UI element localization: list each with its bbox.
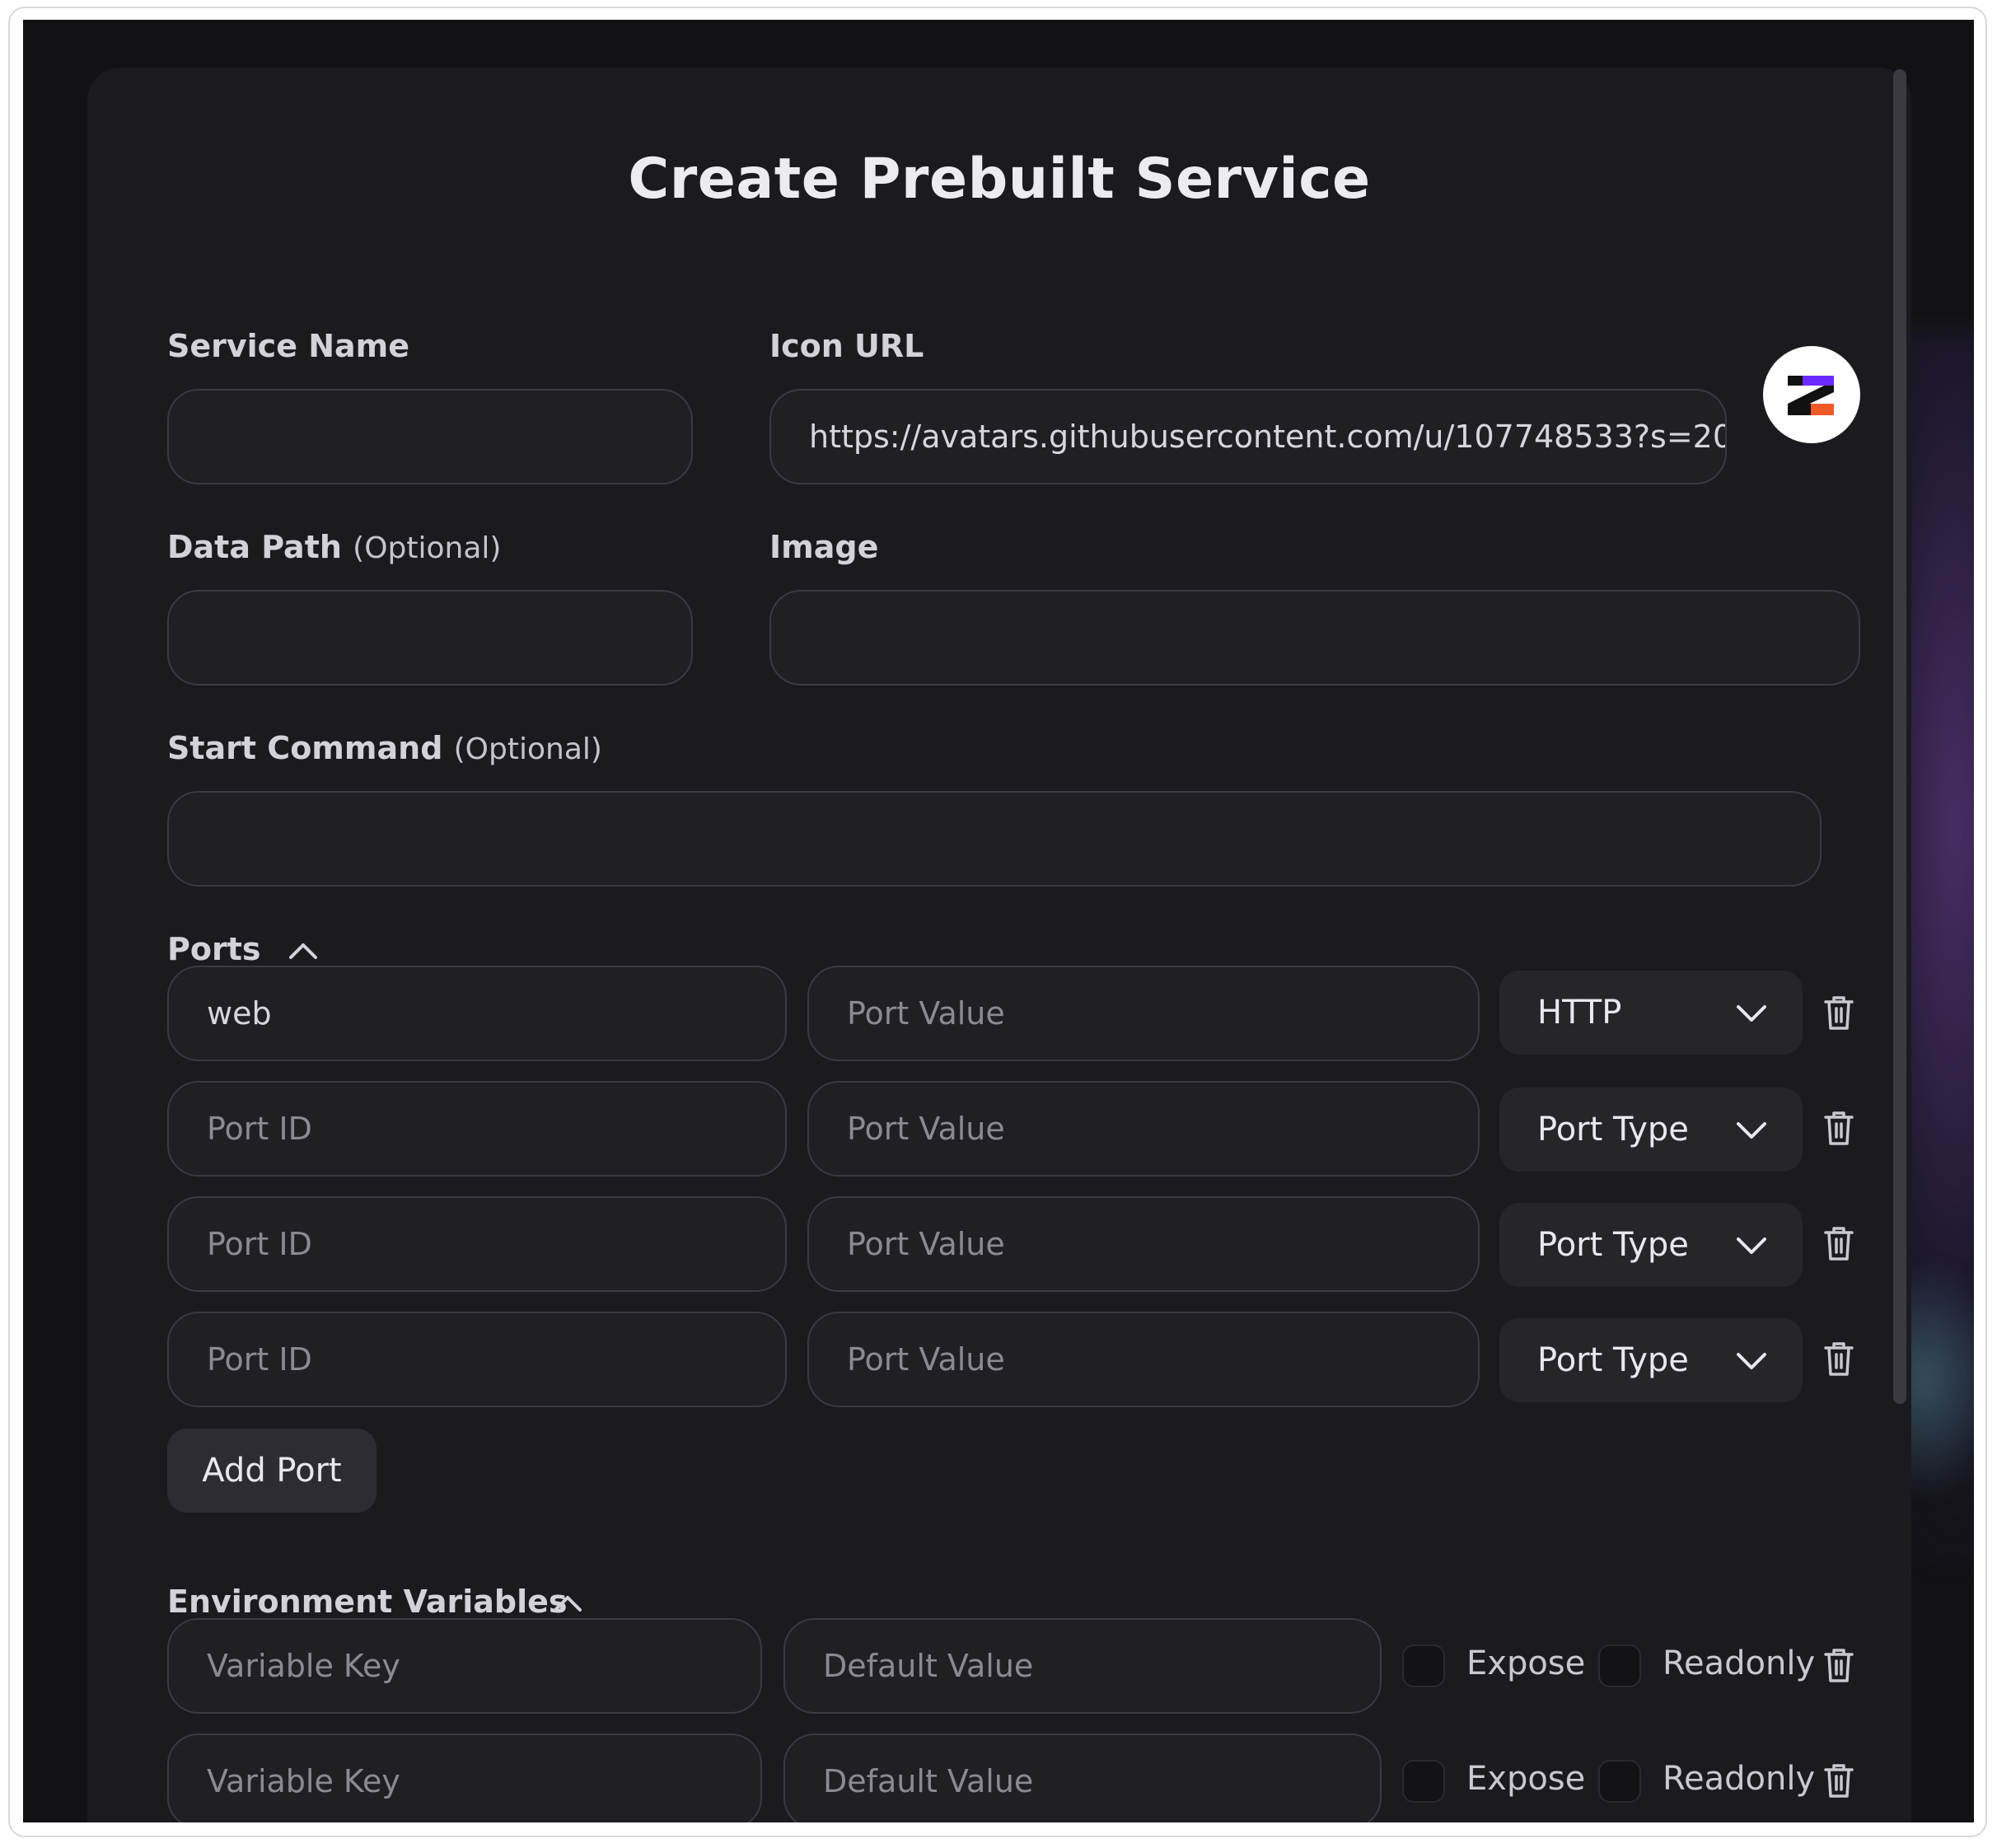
add-port-button[interactable]: Add Port — [167, 1429, 376, 1513]
port-type-value: Port Type — [1537, 1226, 1689, 1264]
create-service-dialog: Create Prebuilt Service Service Name Ico… — [87, 68, 1911, 1822]
expose-checkbox[interactable] — [1402, 1644, 1445, 1687]
port-value-input[interactable]: Port Value — [807, 1081, 1480, 1177]
port-type-select[interactable]: Port Type — [1499, 1088, 1803, 1172]
data-path-label-text: Data Path — [167, 529, 342, 565]
data-path-label: Data Path (Optional) — [167, 529, 501, 565]
expose-label: Expose — [1466, 1760, 1586, 1798]
dialog-title: Create Prebuilt Service — [628, 147, 1371, 212]
start-command-label: Start Command (Optional) — [167, 730, 602, 766]
readonly-checkbox[interactable] — [1598, 1644, 1641, 1687]
port-value-input[interactable]: Port Value — [807, 966, 1480, 1061]
delete-port-trash-icon[interactable] — [1822, 1341, 1855, 1378]
expose-checkbox[interactable] — [1402, 1760, 1445, 1803]
ports-section-label: Ports — [167, 931, 261, 967]
data-path-optional: (Optional) — [353, 531, 502, 565]
port-type-value: HTTP — [1537, 994, 1622, 1032]
delete-variable-trash-icon[interactable] — [1822, 1763, 1855, 1799]
delete-port-trash-icon[interactable] — [1822, 1226, 1855, 1262]
image-label: Image — [769, 529, 879, 565]
port-type-select[interactable]: HTTP — [1499, 971, 1803, 1055]
readonly-label: Readonly — [1663, 1760, 1816, 1798]
readonly-checkbox[interactable] — [1598, 1760, 1641, 1803]
expose-label: Expose — [1466, 1644, 1586, 1682]
data-path-input[interactable] — [167, 590, 693, 685]
service-name-input[interactable] — [167, 389, 693, 484]
service-name-label: Service Name — [167, 328, 410, 364]
start-command-optional: (Optional) — [453, 732, 602, 766]
icon-url-label: Icon URL — [769, 328, 924, 364]
port-type-select[interactable]: Port Type — [1499, 1203, 1803, 1287]
variable-key-input[interactable]: Variable Key — [167, 1618, 762, 1714]
zeabur-logo-icon — [1788, 376, 1834, 415]
icon-preview — [1763, 346, 1860, 443]
port-type-select[interactable]: Port Type — [1499, 1318, 1803, 1402]
port-id-input[interactable]: Port ID — [167, 1196, 787, 1292]
default-value-input[interactable]: Default Value — [783, 1733, 1382, 1822]
image-input[interactable] — [769, 590, 1860, 685]
delete-port-trash-icon[interactable] — [1822, 1111, 1855, 1147]
delete-variable-trash-icon[interactable] — [1822, 1648, 1855, 1684]
port-type-value: Port Type — [1537, 1341, 1689, 1379]
port-type-value: Port Type — [1537, 1111, 1689, 1149]
default-value-input[interactable]: Default Value — [783, 1618, 1382, 1714]
delete-port-trash-icon[interactable] — [1822, 995, 1855, 1032]
chevron-down-icon — [1737, 1122, 1766, 1139]
env-section-label: Environment Variables — [167, 1584, 568, 1620]
port-id-input[interactable]: web — [167, 966, 787, 1061]
start-command-input[interactable] — [167, 791, 1822, 887]
modal-scrollbar[interactable] — [1893, 69, 1906, 1404]
icon-url-input[interactable]: https://avatars.githubusercontent.com/u/… — [769, 389, 1727, 484]
chevron-down-icon — [1737, 1353, 1766, 1369]
env-collapse-chevron-up-icon[interactable] — [552, 1593, 583, 1613]
chevron-down-icon — [1737, 1237, 1766, 1254]
start-command-label-text: Start Command — [167, 730, 443, 766]
port-id-input[interactable]: Port ID — [167, 1081, 787, 1177]
ports-collapse-chevron-up-icon[interactable] — [288, 941, 319, 961]
port-value-input[interactable]: Port Value — [807, 1312, 1480, 1407]
chevron-down-icon — [1737, 1005, 1766, 1022]
readonly-label: Readonly — [1663, 1644, 1816, 1682]
app-screen: Create Prebuilt Service Service Name Ico… — [23, 20, 1974, 1822]
port-value-input[interactable]: Port Value — [807, 1196, 1480, 1292]
port-id-input[interactable]: Port ID — [167, 1312, 787, 1407]
variable-key-input[interactable]: Variable Key — [167, 1733, 762, 1822]
